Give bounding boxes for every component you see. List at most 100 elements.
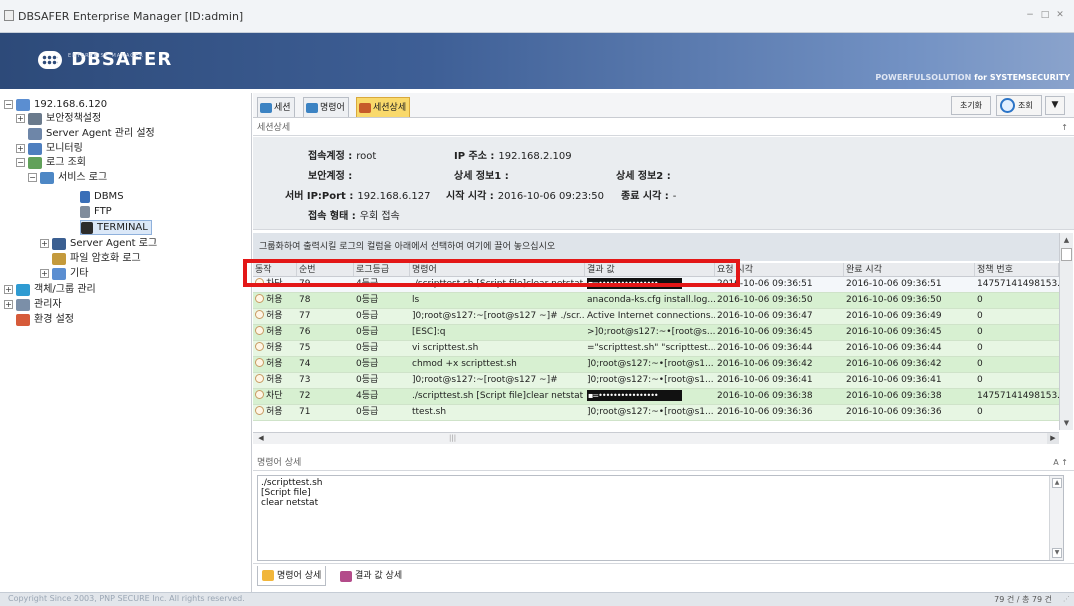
pin-icon[interactable]: A ↑ [1053, 455, 1068, 471]
session-tab-icon [260, 102, 272, 113]
cell-req: 2016-10-06 09:36:50 [717, 295, 813, 305]
expand-icon[interactable]: + [16, 114, 25, 123]
pin-icon[interactable]: ↑ [1061, 120, 1068, 136]
column-action[interactable]: 동작 [253, 263, 297, 276]
logo-mark-icon [38, 50, 62, 69]
table-row[interactable]: 허용 76 0등급 [ESC]:q >]0;root@s127:~•[root@s...… [253, 325, 1059, 341]
scroll-left-icon[interactable]: ◀ [255, 433, 267, 444]
group-icon [16, 283, 30, 296]
expand-icon[interactable]: + [40, 239, 49, 248]
table-row[interactable]: 차단 72 4등급 ./scripttest.sh [Script file]clea… [253, 389, 1059, 405]
scroll-thumb[interactable] [1061, 248, 1072, 261]
tab-session[interactable]: 세션 [257, 97, 295, 117]
scroll-down-icon[interactable]: ▼ [1052, 548, 1062, 558]
grid-horizontal-scrollbar[interactable]: ◀ ||| ▶ [253, 432, 1059, 444]
column-command[interactable]: 명령어 [410, 263, 585, 276]
agent-log-icon [52, 237, 66, 250]
scroll-up-icon[interactable]: ▲ [1052, 478, 1062, 488]
monitor-icon [28, 142, 42, 155]
scroll-up-icon[interactable]: ▲ [1061, 235, 1072, 245]
tree-item-agent-log[interactable]: + Server Agent 로그 [40, 236, 157, 251]
terminal-icon [81, 221, 93, 234]
tree-item-root[interactable]: − 192.168.6.120 [4, 97, 107, 112]
allow-icon [255, 374, 264, 383]
column-request-time[interactable]: 요청 시각 [715, 263, 844, 276]
table-row[interactable]: 허용 71 0등급 ttest.sh]0;root@s127:~•[root@s1..… [253, 405, 1059, 421]
allow-icon [255, 326, 264, 335]
table-row[interactable]: 허용 74 0등급 chmod +x scripttest.sh]0;root@s12… [253, 357, 1059, 373]
command-detail-textarea[interactable]: ./scripttest.sh [Script file] clear nets… [257, 475, 1064, 561]
tree-item-settings[interactable]: 환경 설정 [16, 312, 74, 327]
close-icon[interactable]: ✕ [1054, 9, 1066, 21]
action-label: 허용 [266, 343, 283, 353]
cell-grade: 4등급 [356, 279, 379, 289]
table-row[interactable]: 허용 77 0등급]0;root@s127:~[root@s127 ~]# ./sc… [253, 309, 1059, 325]
tree-item-object-group[interactable]: + 객체/그룹 관리 [4, 282, 96, 297]
tab-result-detail[interactable]: 결과 값 상세 [335, 566, 407, 586]
column-grade[interactable]: 로그등급 [354, 263, 410, 276]
cell-done: 2016-10-06 09:36:41 [846, 375, 942, 385]
table-row[interactable]: 허용 78 0등급 ls anaconda-ks.cfg install.log... 2… [253, 293, 1059, 309]
table-row[interactable]: 차단 79 4등급 ./scripttest.sh [Script file]clea… [253, 277, 1059, 293]
tab-session-detail[interactable]: 세션상세 [356, 97, 411, 117]
tree-item-terminal[interactable]: TERMINAL [80, 220, 152, 235]
table-row[interactable]: 허용 73 0등급]0;root@s127:~[root@s127 ~]#]0;ro… [253, 373, 1059, 389]
cell-grade: 0등급 [356, 343, 379, 353]
collapse-icon[interactable]: − [28, 173, 37, 182]
reset-button[interactable]: 초기화 [951, 96, 991, 115]
search-button[interactable]: 조회 [996, 95, 1042, 116]
expand-icon[interactable]: + [4, 300, 13, 309]
cell-done: 2016-10-06 09:36:51 [846, 279, 942, 289]
tree-item-agent-settings[interactable]: Server Agent 관리 설정 [28, 126, 155, 141]
column-complete-time[interactable]: 완료 시각 [844, 263, 975, 276]
tree-item-security-policy[interactable]: + 보안정책설정 [16, 111, 101, 126]
tree-item-file-encrypt-log[interactable]: 파일 암호화 로그 [52, 251, 141, 266]
column-policy-no[interactable]: 정책 번호 [975, 263, 1059, 276]
main-panel: 세션 명령어 세션상세 초기화 조회 ▼ 세션상세 ↑ 접속계정 : root IP… [243, 93, 1074, 592]
result-detail-icon [340, 570, 352, 582]
cell-done: 2016-10-06 09:36:44 [846, 343, 942, 353]
connection-type-field: 접속 형태 : 우회 접속 [308, 211, 400, 222]
tagline: POWERFULSOLUTION for SYSTEMSECURITY [875, 73, 1070, 82]
collapse-icon[interactable]: − [16, 158, 25, 167]
column-no[interactable]: 순번 [297, 263, 354, 276]
tree-label: TERMINAL [97, 222, 148, 233]
cell-policy: 0 [977, 295, 983, 305]
tree-item-ftp[interactable]: FTP [80, 204, 112, 219]
scroll-right-icon[interactable]: ▶ [1047, 433, 1059, 444]
group-by-area[interactable]: 그룹화하여 출력시킬 로그의 컬럼을 아래에서 선택하여 여기에 끌어 놓으십시… [253, 233, 1059, 261]
tree-label: 보안정책설정 [46, 113, 102, 124]
cell-cmd: ./scripttest.sh [Script file]clear netst… [412, 391, 584, 401]
table-row[interactable]: 허용 75 0등급 vi scripttest.sh ="scripttest.sh" … [253, 341, 1059, 357]
collapse-icon[interactable]: − [4, 100, 13, 109]
search-icon [1000, 98, 1015, 113]
tree-label: DBMS [94, 191, 124, 202]
grid-vertical-scrollbar[interactable]: ▲ ▼ [1059, 233, 1073, 430]
tree-item-dbms[interactable]: DBMS [80, 189, 124, 204]
block-icon [255, 278, 264, 287]
scroll-down-icon[interactable]: ▼ [1061, 418, 1072, 428]
dropdown-button[interactable]: ▼ [1045, 96, 1065, 115]
resize-grip-icon[interactable]: ⋰ [1063, 595, 1070, 603]
tab-command-detail[interactable]: 명령어 상세 [257, 566, 327, 586]
tree-item-etc[interactable]: + 기타 [40, 266, 88, 281]
minimize-icon[interactable]: − [1024, 9, 1036, 21]
expand-icon[interactable]: + [16, 144, 25, 153]
tab-command[interactable]: 명령어 [303, 97, 349, 117]
maximize-icon[interactable]: □ [1039, 9, 1051, 21]
tree-item-log-query[interactable]: − 로그 조회 [16, 155, 86, 170]
cell-no: 77 [299, 311, 311, 321]
expand-icon[interactable]: + [40, 269, 49, 278]
cell-no: 71 [299, 407, 311, 417]
column-result[interactable]: 결과 값 [585, 263, 715, 276]
cell-done: 2016-10-06 09:36:38 [846, 391, 942, 401]
tree-label: 192.168.6.120 [34, 99, 108, 110]
tree-item-service-log[interactable]: − 서비스 로그 [28, 170, 107, 185]
scroll-grip[interactable]: ||| [449, 433, 456, 444]
command-scrollbar[interactable]: ▲ ▼ [1049, 476, 1063, 560]
tree-item-monitoring[interactable]: + 모니터링 [16, 141, 83, 156]
tree-item-admin[interactable]: + 관리자 [4, 297, 62, 312]
cell-req: 2016-10-06 09:36:45 [717, 327, 813, 337]
expand-icon[interactable]: + [4, 285, 13, 294]
cell-result: ▪=•••••••••••••••• [585, 277, 715, 292]
